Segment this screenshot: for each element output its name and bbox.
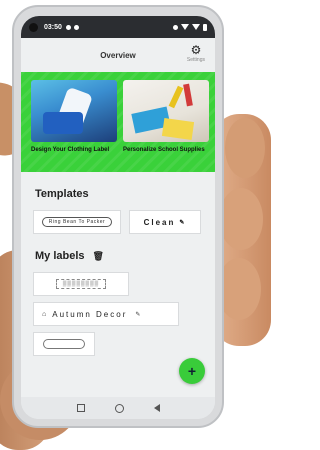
pencil-icon: ✎ xyxy=(179,219,187,226)
main-content: Templates Ring Bean To Packer Clean ✎ My… xyxy=(21,188,215,356)
label-item[interactable] xyxy=(33,332,95,356)
battery-icon xyxy=(203,23,207,31)
my-labels-title: My labels xyxy=(35,250,85,262)
templates-heading: Templates xyxy=(35,188,207,200)
template-item[interactable]: Ring Bean To Packer xyxy=(33,210,121,234)
pencil-icon: ✎ xyxy=(135,311,141,318)
label-text: Autumn Decor xyxy=(52,309,128,319)
recent-apps-button[interactable] xyxy=(76,404,85,412)
signal-icon xyxy=(192,24,200,30)
featured-carousel: Design Your Clothing Label Personalize S… xyxy=(21,72,215,172)
home-button[interactable] xyxy=(114,403,124,413)
status-time: 03:50 xyxy=(44,23,62,31)
template-label: Ring Bean To Packer xyxy=(41,217,113,227)
finger-1 xyxy=(225,118,265,178)
gear-icon: ⚙ xyxy=(190,43,202,57)
label-preview xyxy=(43,339,85,349)
template-item[interactable]: Clean ✎ xyxy=(129,210,201,234)
system-nav-bar xyxy=(21,397,215,419)
wifi-icon xyxy=(181,24,189,30)
featured-card-school[interactable]: Personalize School Supplies xyxy=(123,80,209,168)
camera-hole xyxy=(29,22,38,32)
back-button[interactable] xyxy=(153,404,160,412)
featured-image xyxy=(31,80,117,142)
phone-frame: 03:50 Overview ⚙ Settings Design Your Cl… xyxy=(12,5,224,428)
page-title: Overview xyxy=(100,50,136,60)
label-item[interactable]: ▒▒▒▒▒▒▒▒ xyxy=(33,272,129,296)
label-item[interactable]: ⌂ Autumn Decor ✎ xyxy=(33,302,179,326)
app-bar: Overview ⚙ Settings xyxy=(21,38,215,72)
alarm-icon xyxy=(173,24,178,30)
settings-button[interactable]: ⚙ Settings xyxy=(187,44,205,63)
leaf-icon: ⌂ xyxy=(42,310,47,318)
label-preview: ▒▒▒▒▒▒▒▒ xyxy=(55,279,107,289)
template-label: Clean xyxy=(143,217,176,227)
notification-icon xyxy=(73,24,79,30)
templates-title: Templates xyxy=(35,188,89,200)
featured-image xyxy=(123,80,209,142)
notebook-shape xyxy=(161,117,195,140)
status-bar: 03:50 xyxy=(21,16,215,38)
featured-card-clothing[interactable]: Design Your Clothing Label xyxy=(31,80,117,168)
pencil-shape xyxy=(183,83,193,107)
featured-caption: Design Your Clothing Label xyxy=(31,147,110,153)
featured-caption: Personalize School Supplies xyxy=(123,147,205,153)
screen: 03:50 Overview ⚙ Settings Design Your Cl… xyxy=(21,16,215,419)
finger-2 xyxy=(219,188,263,250)
my-labels-list: ▒▒▒▒▒▒▒▒ ⌂ Autumn Decor ✎ xyxy=(33,272,207,356)
pencil-shape xyxy=(168,85,184,109)
templates-list: Ring Bean To Packer Clean ✎ xyxy=(33,210,207,234)
fabric-shape xyxy=(43,112,83,134)
notification-icon xyxy=(65,24,71,30)
my-labels-heading: My labels 🗑 xyxy=(35,250,207,262)
status-icons xyxy=(173,23,207,31)
trash-icon[interactable]: 🗑 xyxy=(93,251,104,262)
add-label-button[interactable]: + xyxy=(179,358,205,384)
settings-label: Settings xyxy=(186,57,205,63)
notification-icons xyxy=(65,24,79,30)
